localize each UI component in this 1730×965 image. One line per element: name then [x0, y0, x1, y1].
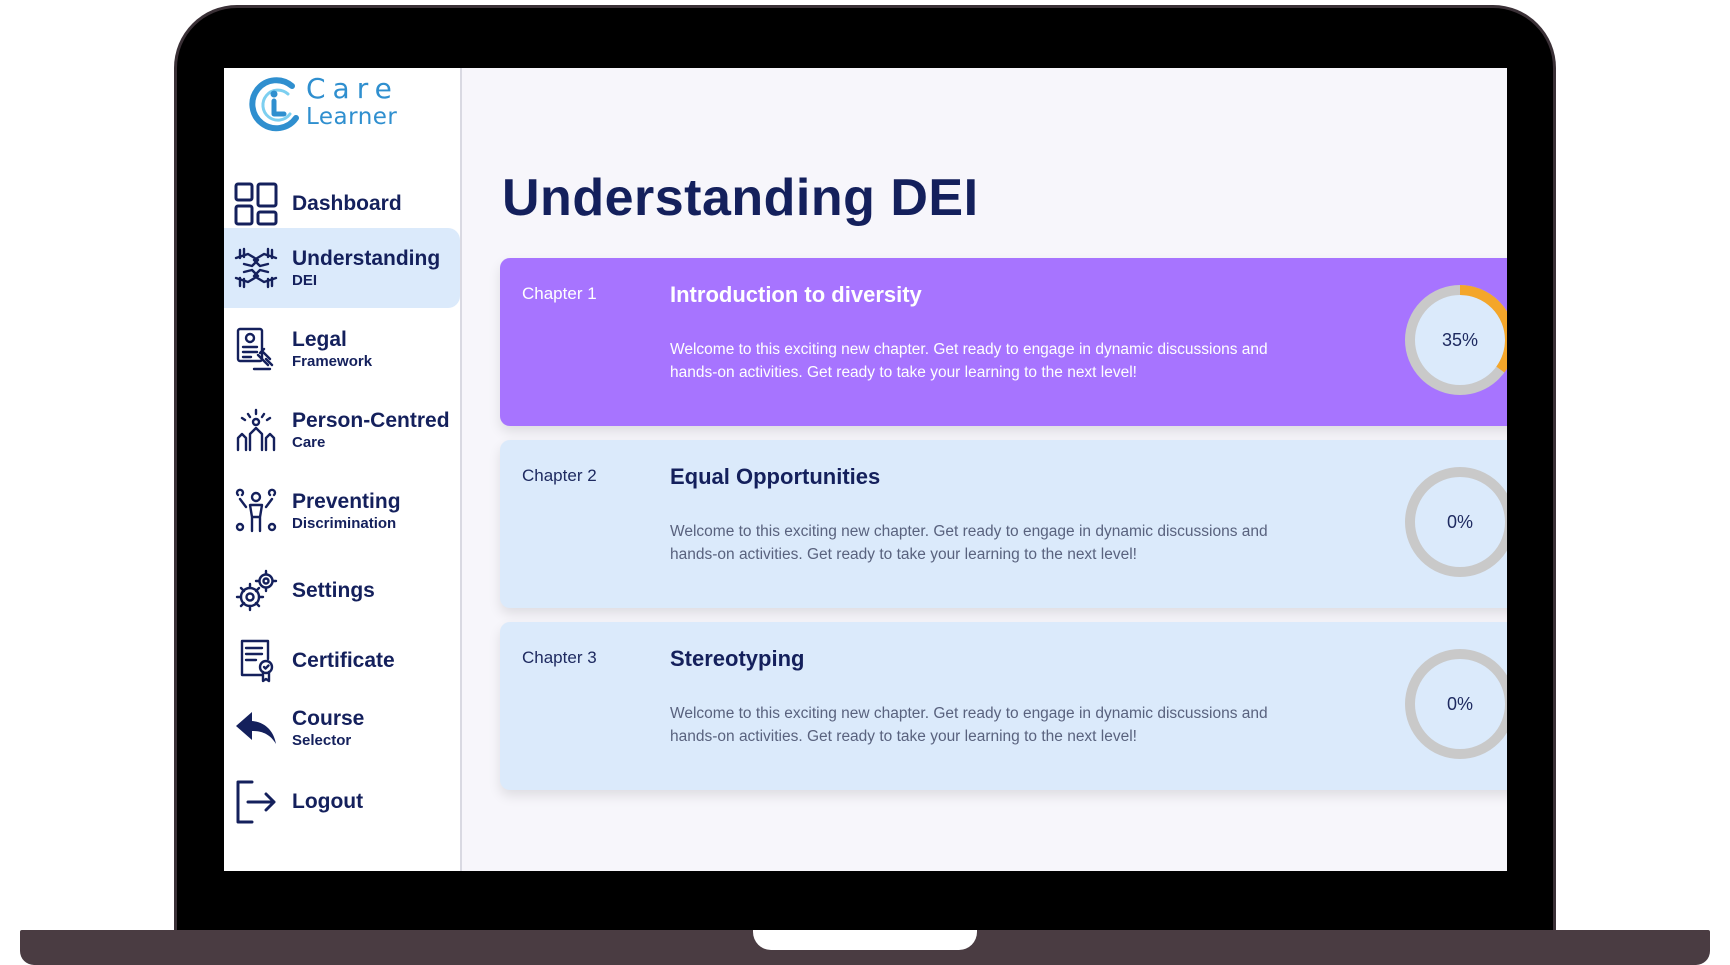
- progress-percent: 0%: [1446, 511, 1473, 532]
- sidebar-item-label: Person-Centred: [292, 409, 450, 432]
- logo-word-care: Care: [306, 72, 399, 105]
- sidebar-item-label: Preventing: [292, 490, 401, 513]
- sidebar-item-label: Certificate: [292, 649, 395, 672]
- chapter-card-3[interactable]: Chapter 3 Stereotyping Welcome to this e…: [500, 622, 1507, 790]
- dashboard-icon: [234, 182, 278, 226]
- chapter-number: Chapter 3: [522, 648, 597, 667]
- gears-icon: [235, 569, 278, 612]
- chapter-description: Welcome to this exciting new chapter. Ge…: [670, 705, 1268, 745]
- back-arrow-icon: [236, 712, 276, 744]
- chapter-description: Welcome to this exciting new chapter. Ge…: [670, 341, 1268, 381]
- sidebar-item-course-selector[interactable]: Course Selector: [224, 688, 460, 768]
- progress-percent: 35%: [1441, 329, 1479, 350]
- hands-together-icon: [234, 247, 278, 289]
- chapter-number: Chapter 1: [522, 284, 597, 303]
- sidebar-item-label: Settings: [292, 579, 375, 602]
- chapter-title: Stereotyping: [670, 646, 805, 671]
- sidebar-item-sublabel: Discrimination: [292, 515, 397, 532]
- chapter-title: Introduction to diversity: [670, 282, 922, 307]
- sidebar-item-sublabel: Framework: [292, 353, 373, 370]
- laptop-notch: [753, 930, 977, 950]
- chapter-description: Welcome to this exciting new chapter. Ge…: [670, 523, 1268, 563]
- sidebar-item-label: Legal: [292, 328, 347, 351]
- care-learner-logo[interactable]: Care Learner: [248, 72, 438, 142]
- logo-word-learner: Learner: [306, 104, 398, 130]
- sidebar-item-sublabel: Selector: [292, 732, 352, 749]
- certificate-icon: [240, 639, 274, 683]
- care-learner-logo-mark: [249, 77, 299, 132]
- sidebar-item-person-centred-care[interactable]: Person-Centred Care: [224, 390, 460, 470]
- broken-chain-person-icon: [235, 488, 277, 533]
- sidebar-item-settings[interactable]: Settings: [224, 551, 460, 631]
- sidebar-item-sublabel: Care: [292, 434, 326, 451]
- logout-icon: [236, 780, 276, 824]
- sidebar-item-sublabel: DEI: [292, 272, 318, 289]
- sidebar-item-logout[interactable]: Logout: [224, 762, 460, 842]
- app-screen: Care Learner Dashboard Understanding DEI…: [224, 68, 1507, 871]
- sidebar-item-label: Understanding: [292, 247, 441, 270]
- sidebar-item-label: Logout: [292, 790, 364, 813]
- chapter-title: Equal Opportunities: [670, 464, 881, 489]
- sidebar-item-label: Course: [292, 707, 365, 730]
- chapter-number: Chapter 2: [522, 466, 597, 485]
- sidebar: Care Learner Dashboard Understanding DEI…: [224, 68, 462, 871]
- legal-document-gavel-icon: [236, 327, 274, 371]
- chapter-card-1[interactable]: Chapter 1 Introduction to diversity Welc…: [500, 258, 1507, 426]
- sidebar-item-preventing-discrimination[interactable]: Preventing Discrimination: [224, 471, 460, 551]
- sidebar-item-legal-framework[interactable]: Legal Framework: [224, 309, 460, 389]
- raised-hands-icon: [236, 408, 276, 452]
- sidebar-item-understanding-dei[interactable]: Understanding DEI: [224, 228, 460, 308]
- progress-percent: 0%: [1446, 693, 1473, 714]
- page-title: Understanding DEI: [502, 169, 979, 227]
- chapter-card-2[interactable]: Chapter 2 Equal Opportunities Welcome to…: [500, 440, 1507, 608]
- sidebar-item-label: Dashboard: [292, 192, 402, 215]
